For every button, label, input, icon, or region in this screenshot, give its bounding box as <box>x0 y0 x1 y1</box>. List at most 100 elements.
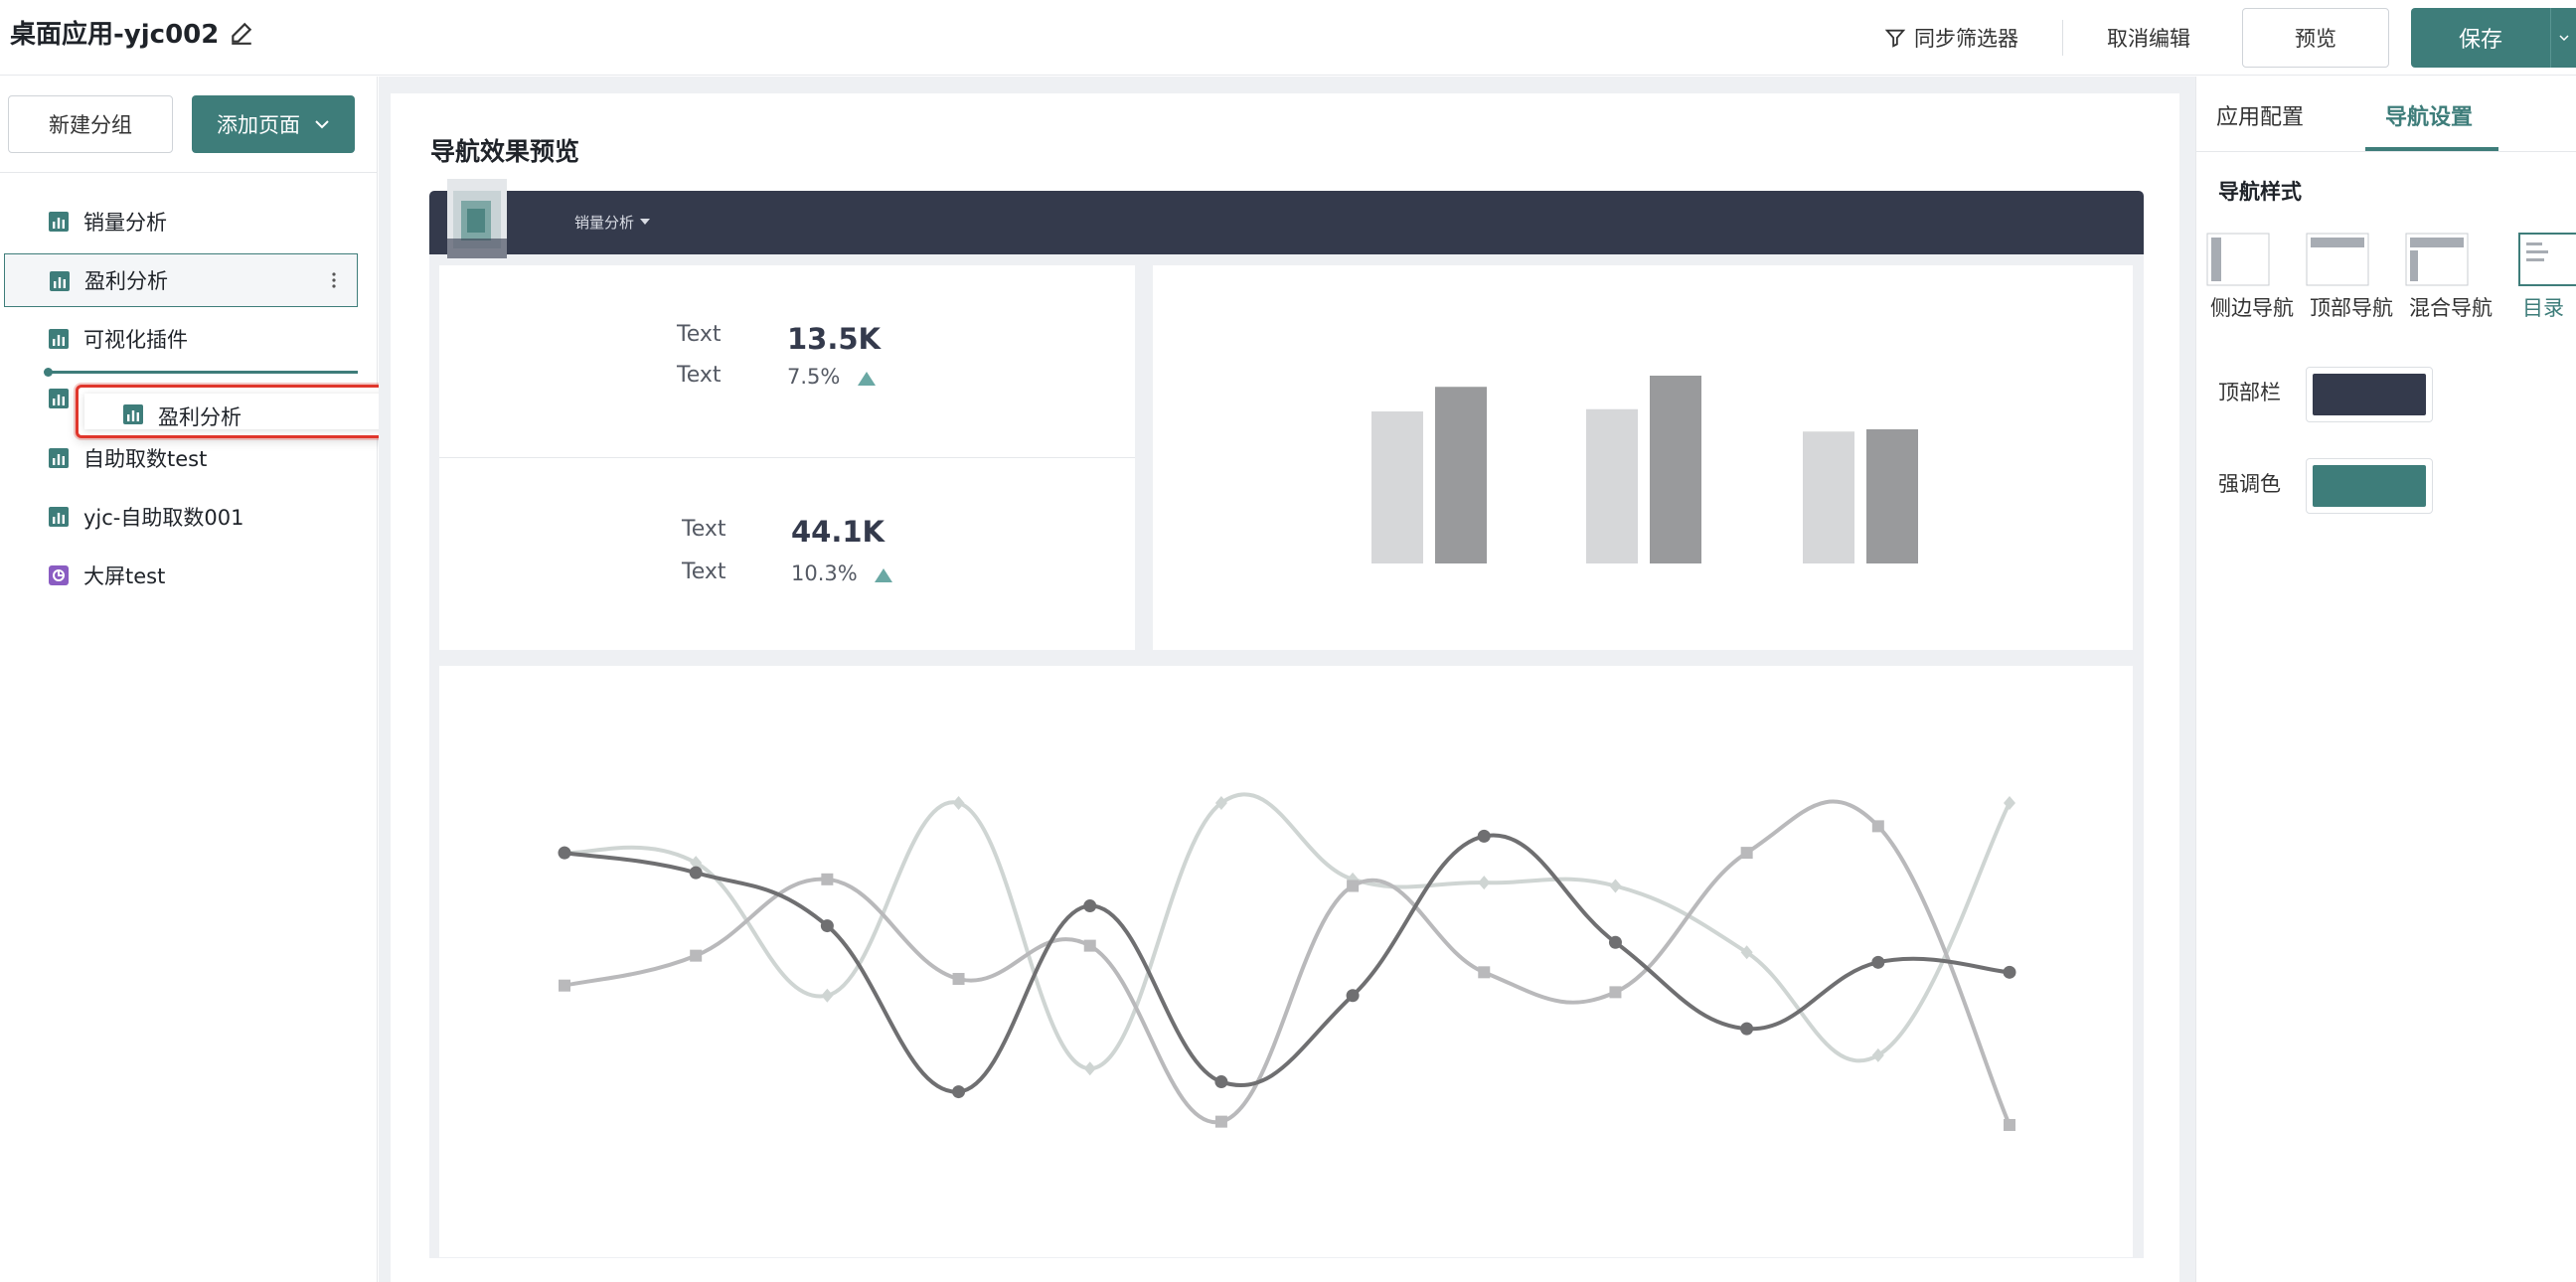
edit-icon[interactable] <box>229 20 254 46</box>
preview-title: 导航效果预览 <box>430 137 580 166</box>
sidebar-divider <box>0 172 377 173</box>
sidebar-item-label: 盈利分析 <box>84 269 168 293</box>
line-point <box>821 873 834 885</box>
kpi-divider <box>439 457 1135 458</box>
bar-chart-icon <box>49 212 69 232</box>
save-more-button[interactable] <box>2550 8 2576 68</box>
line-point <box>1609 986 1622 999</box>
nav-style-label: 混合导航 <box>2409 296 2493 320</box>
bar-chart-icon <box>50 271 70 291</box>
cancel-edit-button[interactable]: 取消编辑 <box>2107 23 2190 53</box>
topbar-color-fill <box>2313 374 2426 415</box>
line-point <box>952 973 965 986</box>
line-chart <box>558 792 2016 1131</box>
navbar-menu-item[interactable]: 销量分析 <box>574 212 651 233</box>
kpi-label: Text <box>677 363 722 388</box>
nav-style-title: 导航样式 <box>2218 180 2302 204</box>
kpi-label: Text <box>677 322 722 347</box>
line-point <box>821 988 834 1003</box>
chevron-down-icon <box>2558 35 2569 42</box>
add-page-button[interactable]: 添加页面 <box>192 95 355 153</box>
line-series <box>564 792 2012 1071</box>
sync-filter-label: 同步筛选器 <box>1914 27 2018 51</box>
preview-button[interactable]: 预览 <box>2242 8 2389 68</box>
line-point <box>820 919 834 933</box>
sidebar-item-yjc-self-service[interactable]: yjc-自助取数001 <box>4 490 358 544</box>
filter-icon <box>1884 29 1906 48</box>
active-tab-indicator <box>2365 147 2498 151</box>
bar <box>1803 431 1854 563</box>
kpi-label: Text <box>682 517 726 542</box>
preview-navbar <box>429 191 2144 254</box>
add-page-label: 添加页面 <box>217 113 300 137</box>
nav-style-label: 顶部导航 <box>2310 296 2393 320</box>
line-point <box>952 796 965 810</box>
line-point <box>2003 965 2016 979</box>
sidebar-item-profit-analysis[interactable]: 盈利分析 <box>4 253 358 307</box>
app-title: 桌面应用-yjc002 <box>10 14 254 51</box>
line-point <box>1740 1022 1754 1036</box>
sidebar-item-label: yjc-自助取数001 <box>83 506 244 530</box>
line-series <box>564 799 2012 1126</box>
app-title-text: 桌面应用-yjc002 <box>10 20 220 50</box>
caret-down-icon <box>640 219 651 225</box>
topbar-color-label: 顶部栏 <box>2218 381 2281 404</box>
accent-color-swatch[interactable] <box>2306 458 2433 514</box>
topbar-color-swatch[interactable] <box>2306 367 2433 422</box>
line-point <box>1214 1115 1227 1128</box>
kpi-value: 44.1K <box>791 515 886 549</box>
sidebar-item-self-service-test[interactable]: 自助取数test <box>4 431 358 485</box>
line-point <box>1477 829 1491 843</box>
top-layout-icon <box>2306 233 2369 286</box>
nav-style-top[interactable]: 顶部导航 <box>2306 233 2397 320</box>
line-point <box>1347 880 1360 892</box>
sidebar-item-big-screen-test[interactable]: 大屏test <box>4 549 358 602</box>
tab-nav-settings[interactable]: 导航设置 <box>2385 99 2473 131</box>
kpi-label: Text <box>682 560 726 584</box>
line-point <box>689 866 703 880</box>
line-point <box>690 949 703 962</box>
bar-chart <box>1371 376 1918 563</box>
sidebar-item-sales-analysis[interactable]: 销量分析 <box>4 195 358 248</box>
new-group-button[interactable]: 新建分组 <box>8 95 173 153</box>
accent-color-fill <box>2313 465 2426 507</box>
sidebar-item-label: 自助取数test <box>83 447 208 471</box>
drag-ghost-item[interactable]: 盈利分析 <box>76 385 419 438</box>
nav-style-label: 目录 <box>2522 296 2564 320</box>
nav-style-mixed[interactable]: 混合导航 <box>2405 233 2496 320</box>
more-vertical-icon[interactable] <box>331 268 337 292</box>
trend-up-icon <box>875 568 892 582</box>
save-button[interactable]: 保存 <box>2411 8 2550 68</box>
drag-ghost-label: 盈利分析 <box>158 405 242 429</box>
line-point <box>1740 847 1753 860</box>
line-point <box>1609 879 1622 893</box>
bar <box>1866 429 1918 563</box>
line-point <box>1871 955 1885 969</box>
line-series <box>564 833 2011 1094</box>
line-point <box>2004 1118 2015 1131</box>
chevron-down-icon <box>315 120 329 129</box>
line-point <box>1608 935 1622 949</box>
sidebar-item-viz-plugin[interactable]: 可视化插件 <box>4 312 358 366</box>
nav-style-label: 侧边导航 <box>2210 296 2294 320</box>
trend-up-icon <box>858 372 876 386</box>
sync-filter-button[interactable]: 同步筛选器 <box>1884 23 2018 53</box>
nav-style-sidebar[interactable]: 侧边导航 <box>2206 233 2298 320</box>
kpi-percent: 7.5% <box>787 365 841 389</box>
line-point <box>952 1085 966 1099</box>
bar <box>1586 408 1638 563</box>
bar-chart-icon <box>49 329 69 349</box>
line-point <box>1083 939 1096 952</box>
bar <box>1650 376 1701 563</box>
line-point <box>1871 820 1884 833</box>
bar-chart-card <box>1153 265 2133 650</box>
line-point <box>1214 1075 1228 1089</box>
line-point <box>1478 876 1491 890</box>
line-point <box>558 846 571 860</box>
sidebar-layout-icon <box>2206 233 2270 286</box>
sidebar-item-label: 销量分析 <box>83 211 167 235</box>
line-chart-card <box>439 666 2133 1257</box>
tab-app-config[interactable]: 应用配置 <box>2216 99 2304 131</box>
kpi-percent: 10.3% <box>791 561 858 585</box>
nav-style-directory[interactable]: 目录 <box>2504 233 2576 320</box>
